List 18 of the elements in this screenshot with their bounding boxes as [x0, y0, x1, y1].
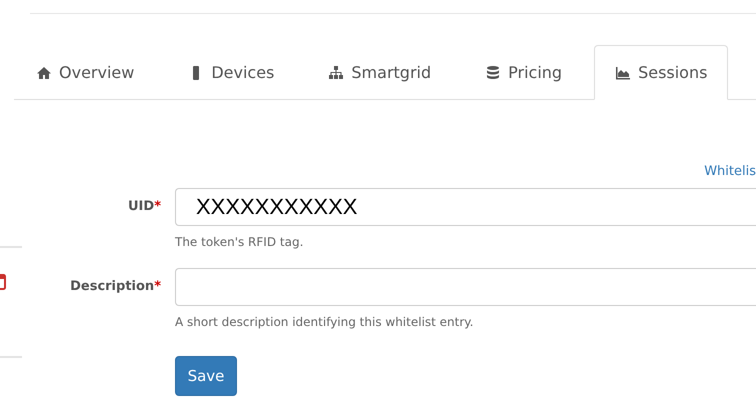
save-button[interactable]: Save: [175, 356, 237, 396]
input-field[interactable]: XXXXXXXXXXX: [175, 188, 756, 226]
field-label: UID*: [127, 198, 162, 216]
nav-tab[interactable]: Overview: [14, 45, 156, 100]
whitelist-link[interactable]: Whitelis: [704, 164, 756, 182]
database-icon: [485, 64, 502, 80]
nav-tab[interactable]: Smartgrid: [306, 45, 454, 100]
sitemap-icon: [328, 64, 344, 80]
nav-tab[interactable]: Sessions: [594, 45, 728, 100]
input-field[interactable]: [175, 268, 756, 306]
field-label: Description*: [69, 278, 162, 296]
help-text: A short description identifying this whitelist entry.: [175, 315, 474, 329]
nav-tab[interactable]: Devices: [166, 45, 296, 100]
area-chart-icon: [615, 64, 632, 80]
calendar-icon: [0, 274, 6, 290]
help-text: The token's RFID tag.: [175, 235, 304, 249]
home-icon: [36, 64, 52, 80]
nav-tab[interactable]: Pricing: [463, 45, 584, 100]
